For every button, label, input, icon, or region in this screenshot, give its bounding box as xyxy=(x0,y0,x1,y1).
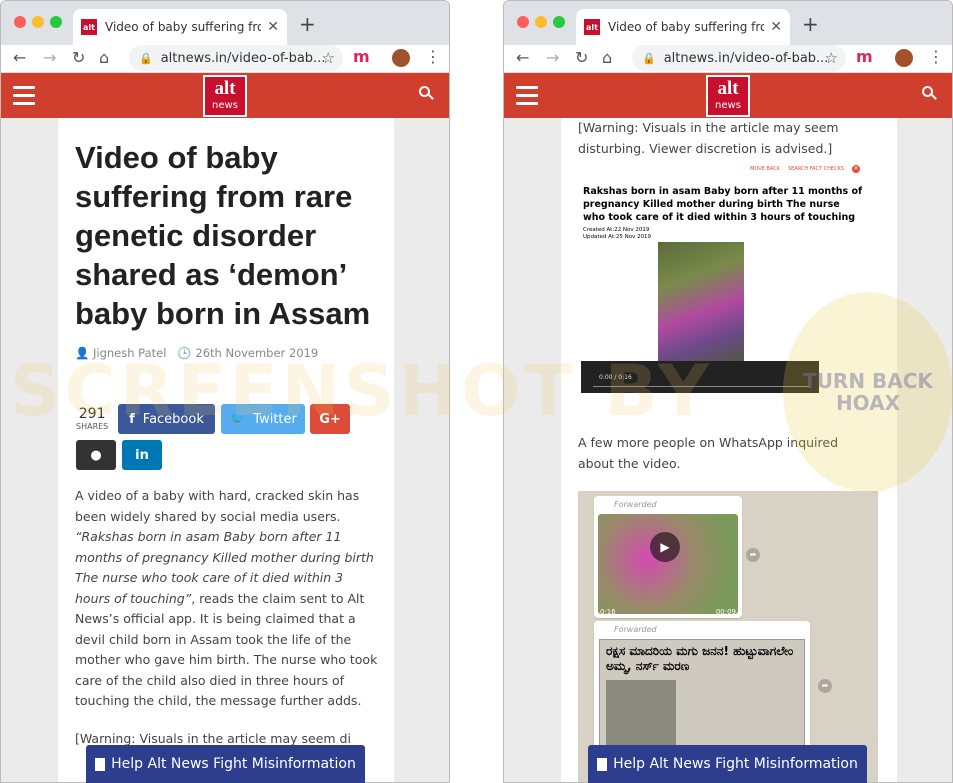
screenshot-watermark: SCREENSHOT BY xyxy=(10,350,713,432)
browser-tab[interactable]: alt Video of baby suffering from rare ✕ xyxy=(576,9,790,45)
hamburger-menu-icon[interactable] xyxy=(13,86,35,110)
close-tab-icon[interactable]: ✕ xyxy=(770,19,782,35)
back-icon[interactable]: ← xyxy=(516,48,529,67)
extension-m-icon[interactable]: m xyxy=(856,47,873,66)
move-back-label: MOVE BACK xyxy=(750,166,780,172)
embedded-dates: Created At:22 Nov 2019 Updated At:25 Nov… xyxy=(583,227,652,240)
reddit-icon: ● xyxy=(90,447,102,463)
tab-title: Video of baby suffering from rare xyxy=(105,20,261,34)
article-paragraph: A video of a baby with hard, cracked ski… xyxy=(75,488,378,708)
close-window-button[interactable] xyxy=(517,16,529,28)
tab-bar: alt Video of baby suffering from rare ✕ … xyxy=(1,1,449,45)
help-cta-button[interactable]: Help Alt News Fight Misinformation xyxy=(588,745,867,783)
help-cta-button[interactable]: Help Alt News Fight Misinformation xyxy=(86,745,365,783)
new-tab-icon[interactable]: + xyxy=(299,12,316,36)
maximize-window-button[interactable] xyxy=(50,16,62,28)
search-fact-checks-label: SEARCH FACT CHECKS xyxy=(787,166,844,172)
search-icon[interactable] xyxy=(922,86,937,100)
favicon-icon: alt xyxy=(584,19,600,35)
browser-toolbar: ← → ↻ ⌂ 🔒 altnews.in/video-of-bab... ☆ m… xyxy=(504,45,952,73)
home-icon[interactable]: ⌂ xyxy=(602,48,612,67)
back-icon[interactable]: ← xyxy=(13,48,26,67)
search-icon[interactable] xyxy=(419,86,434,100)
site-logo[interactable]: alt news xyxy=(203,75,247,117)
browser-toolbar: ← → ↻ ⌂ 🔒 altnews.in/video-of-bab... ☆ m… xyxy=(1,45,449,73)
browser-tab[interactable]: alt Video of baby suffering from rare ✕ xyxy=(73,9,287,45)
new-tab-icon[interactable]: + xyxy=(802,12,819,36)
minimize-window-button[interactable] xyxy=(32,16,44,28)
forwarded-label: Forwarded xyxy=(614,625,657,634)
close-icon: ✕ xyxy=(852,165,860,173)
bookmark-star-icon[interactable]: ☆ xyxy=(825,49,838,67)
whatsapp-video-message: Forwarded ▶ 0:16 00:09 xyxy=(594,496,742,618)
whatsapp-screenshot: Forwarded ▶ 0:16 00:09 ➦ Forwarded ರಕ್ಷಸ… xyxy=(578,491,878,782)
reload-icon[interactable]: ↻ xyxy=(575,48,588,67)
app-icons-row: MOVE BACK SEARCH FACT CHECKS ✕ xyxy=(750,165,860,173)
blurred-video-thumbnail xyxy=(598,514,738,614)
close-tab-icon[interactable]: ✕ xyxy=(267,19,279,35)
reload-icon[interactable]: ↻ xyxy=(72,48,85,67)
hamburger-menu-icon[interactable] xyxy=(516,86,538,110)
lock-icon: 🔒 xyxy=(139,51,153,65)
newspaper-headline: ರಕ್ಷಸ ಮಾದರಿಯ ಮಗು ಜನನ! ಹುಟ್ಟುವಾಗಲೇಂ ಅಮ್ಮ,… xyxy=(606,644,794,673)
turnbackhoax-stamp: TURN BACK HOAX xyxy=(783,292,953,492)
url-text: altnews.in/video-of-bab... xyxy=(160,50,326,66)
maximize-window-button[interactable] xyxy=(553,16,565,28)
share-arrow-icon: ➦ xyxy=(818,679,832,693)
favicon-icon: alt xyxy=(81,19,97,35)
bookmark-star-icon[interactable]: ☆ xyxy=(322,49,335,67)
close-window-button[interactable] xyxy=(14,16,26,28)
url-text: altnews.in/video-of-bab... xyxy=(663,50,829,66)
lock-icon: 🔒 xyxy=(642,51,656,65)
site-header: alt news xyxy=(504,73,952,118)
address-bar[interactable]: 🔒 altnews.in/video-of-bab... ☆ xyxy=(129,45,343,71)
play-icon: ▶ xyxy=(650,532,680,562)
embedded-claim-title: Rakshas born in asam Baby born after 11 … xyxy=(583,186,863,223)
tab-title: Video of baby suffering from rare xyxy=(608,20,764,34)
document-icon xyxy=(597,757,608,771)
forwarded-label: Forwarded xyxy=(614,500,657,509)
extension-m-icon[interactable]: m xyxy=(353,47,370,66)
video-duration-left: 0:16 xyxy=(600,608,616,616)
site-logo[interactable]: alt news xyxy=(706,75,750,117)
warning-text: [Warning: Visuals in the article may see… xyxy=(578,120,839,156)
profile-avatar[interactable] xyxy=(895,49,913,67)
document-icon xyxy=(95,757,106,771)
menu-kebab-icon[interactable]: ⋮ xyxy=(928,47,944,66)
video-duration-right: 00:09 xyxy=(715,608,736,616)
site-header: alt news xyxy=(1,73,449,118)
home-icon[interactable]: ⌂ xyxy=(99,48,109,67)
page-background: Video of baby suffering from rare geneti… xyxy=(1,118,449,782)
article-title: Video of baby suffering from rare geneti… xyxy=(75,140,371,331)
article-card: Video of baby suffering from rare geneti… xyxy=(58,118,394,782)
linkedin-share-button[interactable]: in xyxy=(122,440,162,470)
forward-icon[interactable]: → xyxy=(43,48,56,67)
forward-icon[interactable]: → xyxy=(546,48,559,67)
tab-bar: alt Video of baby suffering from rare ✕ … xyxy=(504,1,952,45)
share-arrow-icon: ➦ xyxy=(746,548,760,562)
menu-kebab-icon[interactable]: ⋮ xyxy=(425,47,441,66)
address-bar[interactable]: 🔒 altnews.in/video-of-bab... ☆ xyxy=(632,45,846,71)
reddit-share-button[interactable]: ● xyxy=(76,440,116,470)
profile-avatar[interactable] xyxy=(392,49,410,67)
minimize-window-button[interactable] xyxy=(535,16,547,28)
